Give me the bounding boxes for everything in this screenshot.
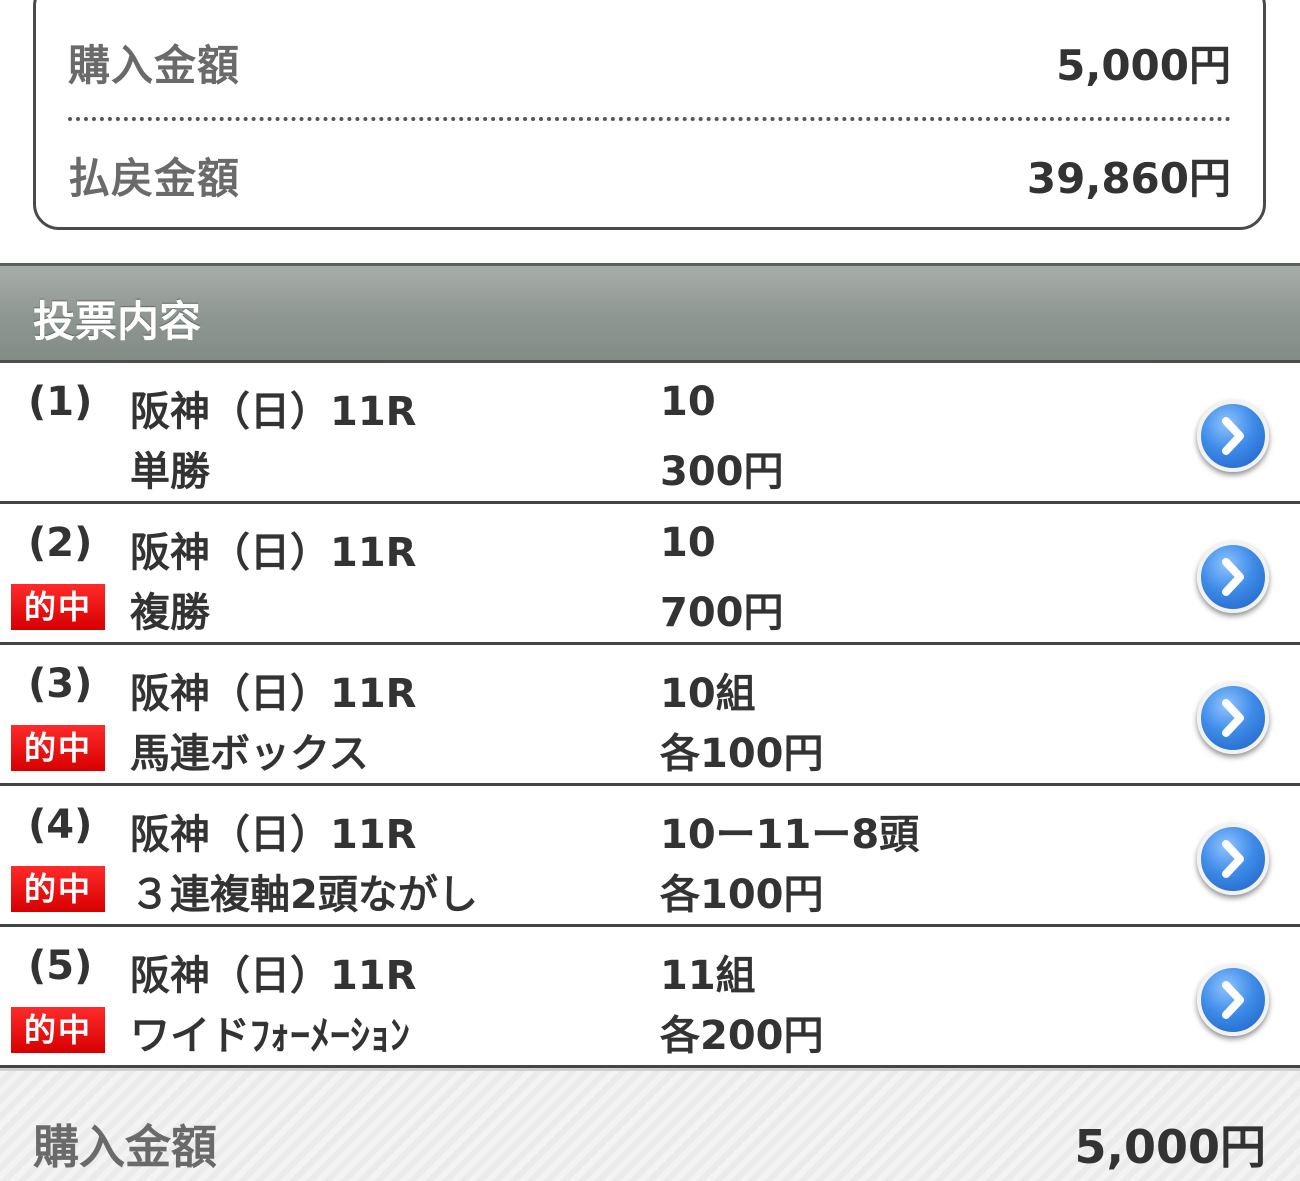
bet-combination: 10 <box>660 520 716 566</box>
bet-race: 阪神（日）11R <box>130 671 417 717</box>
detail-button[interactable] <box>1197 400 1269 472</box>
purchase-amount-label: 購入金額 <box>68 40 241 90</box>
bet-row-3[interactable]: (3) 的中 阪神（日）11R 馬連ボックス 10組 各100円 <box>0 645 1300 786</box>
bet-number: (2) <box>28 520 93 566</box>
footer-purchase-value: 5,000円 <box>1074 1120 1266 1174</box>
bet-row-2[interactable]: (2) 的中 阪神（日）11R 複勝 10 700円 <box>0 504 1300 645</box>
bet-combination: 10ー11ー8頭 <box>660 812 920 858</box>
bet-row-5[interactable]: (5) 的中 阪神（日）11R ワイドﾌｫｰﾒｰｼｮﾝ 11組 各200円 <box>0 927 1300 1068</box>
bet-number: (4) <box>28 802 93 848</box>
bet-race: 阪神（日）11R <box>130 389 417 435</box>
bet-row-4[interactable]: (4) 的中 阪神（日）11R ３連複軸2頭ながし 10ー11ー8頭 各100円 <box>0 786 1300 927</box>
payout-amount-label: 払戻金額 <box>68 153 241 203</box>
detail-button[interactable] <box>1197 964 1269 1036</box>
bet-race: 阪神（日）11R <box>130 812 417 858</box>
bet-amount: 300円 <box>660 449 784 495</box>
summary-box: 購入金額 5,000円 払戻金額 39,860円 <box>33 0 1266 230</box>
bet-amount: 各100円 <box>660 731 824 777</box>
detail-button[interactable] <box>1197 682 1269 754</box>
bet-combination: 10組 <box>660 671 756 717</box>
bet-amount: 各100円 <box>660 872 824 918</box>
hit-badge: 的中 <box>11 725 105 771</box>
bet-type: 単勝 <box>130 449 210 495</box>
purchase-amount-value: 5,000円 <box>1056 40 1231 90</box>
bet-number: (5) <box>28 943 93 989</box>
bet-number: (3) <box>28 661 93 707</box>
bet-type: ３連複軸2頭ながし <box>130 872 478 918</box>
bet-type: ワイドﾌｫｰﾒｰｼｮﾝ <box>130 1013 410 1059</box>
hit-badge: 的中 <box>11 584 105 630</box>
bet-amount: 700円 <box>660 590 784 636</box>
footer-total: 購入金額 5,000円 <box>0 1068 1300 1181</box>
chevron-right-icon <box>1222 558 1244 596</box>
summary-divider <box>68 117 1231 121</box>
bet-list: (1) 阪神（日）11R 単勝 10 300円 (2) 的中 阪神（日）11R … <box>0 363 1300 1068</box>
bet-race: 阪神（日）11R <box>130 530 417 576</box>
section-title: 投票内容 <box>33 297 202 346</box>
section-header: 投票内容 <box>0 263 1300 363</box>
payout-summary-row: 払戻金額 39,860円 <box>68 145 1231 205</box>
chevron-right-icon <box>1222 417 1244 455</box>
bet-number: (1) <box>28 379 93 425</box>
footer-purchase-label: 購入金額 <box>33 1120 217 1174</box>
chevron-right-icon <box>1222 981 1244 1019</box>
payout-amount-value: 39,860円 <box>1026 153 1231 203</box>
bet-type: 馬連ボックス <box>130 731 369 777</box>
chevron-right-icon <box>1222 840 1244 878</box>
chevron-right-icon <box>1222 699 1244 737</box>
detail-button[interactable] <box>1197 541 1269 613</box>
bet-amount: 各200円 <box>660 1013 824 1059</box>
bet-combination: 11組 <box>660 953 756 999</box>
bet-combination: 10 <box>660 379 716 425</box>
bet-type: 複勝 <box>130 590 210 636</box>
bet-race: 阪神（日）11R <box>130 953 417 999</box>
hit-badge: 的中 <box>11 1007 105 1053</box>
purchase-summary-row: 購入金額 5,000円 <box>68 32 1231 92</box>
hit-badge: 的中 <box>11 866 105 912</box>
bet-row-1[interactable]: (1) 阪神（日）11R 単勝 10 300円 <box>0 363 1300 504</box>
detail-button[interactable] <box>1197 823 1269 895</box>
